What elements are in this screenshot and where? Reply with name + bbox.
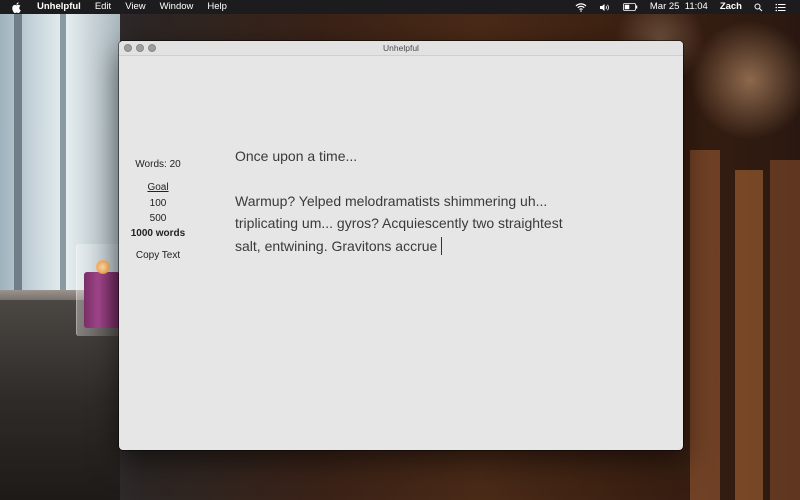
apple-icon[interactable] [0, 1, 30, 13]
wallpaper-shelf [690, 150, 720, 500]
menu-view[interactable]: View [118, 0, 152, 14]
wallpaper-window-frame [60, 14, 66, 314]
menu-clock[interactable]: Mar 25 11:04 [644, 0, 714, 14]
editor-body-wrap[interactable]: Warmup? Yelped melodramatists shimmering… [235, 193, 563, 255]
word-count: Words: 20 [135, 159, 181, 170]
spotlight-search-icon[interactable] [748, 0, 769, 14]
wallpaper-window-frame [14, 14, 22, 314]
wallpaper-shelf [770, 160, 800, 500]
notification-center-icon[interactable] [769, 0, 792, 14]
menu-bar-left: Unhelpful Edit View Window Help [0, 0, 234, 14]
wallpaper-bokeh-light [690, 20, 800, 140]
editor-body-text[interactable]: Warmup? Yelped melodramatists shimmering… [235, 193, 563, 254]
text-cursor [441, 236, 443, 255]
menu-help[interactable]: Help [200, 0, 234, 14]
menu-bar-status-area: Mar 25 11:04 Zach [569, 0, 800, 14]
menu-app-name[interactable]: Unhelpful [30, 0, 88, 14]
goal-option-1000[interactable]: 1000 words [119, 226, 197, 241]
text-editor[interactable]: Once upon a time... Warmup? Yelped melod… [235, 145, 565, 257]
editor-heading-line[interactable]: Once upon a time... [235, 145, 565, 168]
wallpaper-candle [84, 272, 120, 328]
menu-edit[interactable]: Edit [88, 0, 118, 14]
wallpaper-shelf [735, 170, 763, 500]
menu-window[interactable]: Window [153, 0, 201, 14]
wallpaper-candle-flame [96, 260, 110, 274]
goal-option-500[interactable]: 500 [119, 211, 197, 226]
battery-icon[interactable] [617, 0, 644, 14]
menu-bar: Unhelpful Edit View Window Help Mar 25 1… [0, 0, 800, 14]
wifi-icon[interactable] [569, 0, 593, 14]
writing-sidebar: Words: 20 Goal 100 500 1000 words Copy T… [119, 159, 197, 263]
goal-label: Goal [147, 182, 169, 193]
goal-option-100[interactable]: 100 [119, 196, 197, 211]
app-window: Unhelpful Words: 20 Goal 100 500 1000 wo… [119, 41, 683, 450]
window-titlebar[interactable]: Unhelpful [119, 41, 683, 56]
volume-icon[interactable] [593, 0, 617, 14]
menu-user[interactable]: Zach [714, 0, 748, 14]
window-title: Unhelpful [383, 43, 419, 53]
copy-text-button[interactable]: Copy Text [119, 249, 197, 263]
